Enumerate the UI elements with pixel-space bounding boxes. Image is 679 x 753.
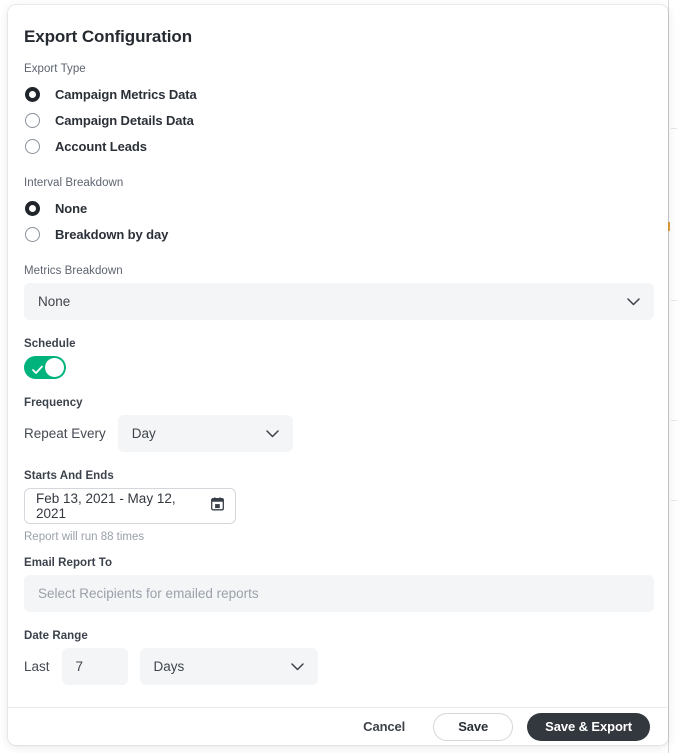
date-range-unit-value: Days (153, 659, 185, 674)
dialog-footer: Cancel Save Save & Export (8, 707, 668, 745)
frequency-label: Frequency (24, 397, 83, 409)
metrics-breakdown-group: Metrics Breakdown None (24, 265, 654, 320)
radio-label: Breakdown by day (55, 226, 169, 242)
radio-label: None (55, 200, 88, 216)
schedule-label: Schedule (24, 338, 76, 350)
last-label: Last (24, 659, 50, 674)
interval-breakdown-group: Interval Breakdown None Breakdown by day (24, 177, 652, 247)
repeat-every-value: Day (131, 426, 156, 441)
radio-selected-icon (25, 200, 40, 216)
radio-account-leads[interactable]: Account Leads (24, 133, 652, 159)
repeat-every-select[interactable]: Day (117, 415, 293, 452)
background-tick (671, 128, 677, 129)
toggle-knob (45, 358, 64, 377)
email-recipients-placeholder: Select Recipients for emailed reports (38, 586, 259, 601)
radio-label: Account Leads (55, 138, 147, 154)
date-range-amount-value: 7 (75, 659, 84, 674)
save-and-export-button[interactable]: Save & Export (527, 712, 650, 741)
check-icon (32, 362, 43, 380)
calendar-icon (211, 496, 224, 516)
background-tick (671, 300, 677, 301)
radio-label: Campaign Details Data (55, 112, 194, 128)
metrics-breakdown-value: None (38, 294, 71, 309)
export-configuration-dialog: Export Configuration Export Type Campaig… (8, 5, 668, 745)
radio-unselected-icon (25, 112, 40, 128)
email-report-to-label: Email Report To (24, 557, 113, 569)
starts-and-ends-label: Starts And Ends (24, 470, 114, 482)
metrics-breakdown-select[interactable]: None (24, 283, 654, 320)
export-type-group: Export Type Campaign Metrics Data Campai… (24, 63, 652, 159)
schedule-group: Schedule (24, 338, 652, 379)
metrics-breakdown-label: Metrics Breakdown (24, 265, 123, 277)
email-recipients-input[interactable]: Select Recipients for emailed reports (24, 575, 654, 612)
background-tick (671, 500, 677, 501)
repeat-every-label: Repeat Every (24, 426, 106, 441)
date-range-picker[interactable]: Feb 13, 2021 - May 12, 2021 (24, 488, 236, 524)
date-range-row: Last 7 Days (24, 648, 652, 685)
save-button[interactable]: Save (433, 712, 514, 741)
dialog-body: Export Configuration Export Type Campaig… (8, 5, 668, 707)
date-range-label: Date Range (24, 630, 88, 642)
starts-and-ends-group: Starts And Ends Feb 13, 2021 - May 12, 2… (24, 470, 652, 543)
email-report-to-group: Email Report To Select Recipients for em… (24, 557, 654, 612)
chevron-down-icon (627, 293, 640, 311)
background-vertical-rule (668, 0, 669, 753)
export-type-label: Export Type (24, 63, 86, 75)
schedule-run-hint: Report will run 88 times (24, 531, 145, 543)
radio-selected-icon (25, 86, 40, 102)
dialog-title: Export Configuration (24, 27, 192, 46)
radio-interval-none[interactable]: None (24, 195, 652, 221)
chevron-down-icon (266, 425, 279, 443)
date-range-amount-input[interactable]: 7 (61, 648, 128, 685)
date-range-unit-select[interactable]: Days (139, 648, 318, 685)
date-range-group: Date Range Last 7 Days (24, 630, 652, 685)
chevron-down-icon (290, 658, 304, 676)
frequency-group: Frequency Repeat Every Day (24, 397, 652, 452)
radio-campaign-metrics-data[interactable]: Campaign Metrics Data (24, 81, 652, 107)
background-tick (671, 420, 677, 421)
frequency-row: Repeat Every Day (24, 415, 652, 452)
radio-unselected-icon (25, 138, 40, 154)
schedule-toggle[interactable] (24, 356, 66, 379)
radio-label: Campaign Metrics Data (55, 86, 197, 102)
cancel-button[interactable]: Cancel (347, 719, 421, 734)
interval-breakdown-label: Interval Breakdown (24, 177, 124, 189)
radio-interval-breakdown-by-day[interactable]: Breakdown by day (24, 221, 652, 247)
date-range-value: Feb 13, 2021 - May 12, 2021 (36, 491, 176, 521)
radio-campaign-details-data[interactable]: Campaign Details Data (24, 107, 652, 133)
radio-unselected-icon (25, 226, 40, 242)
